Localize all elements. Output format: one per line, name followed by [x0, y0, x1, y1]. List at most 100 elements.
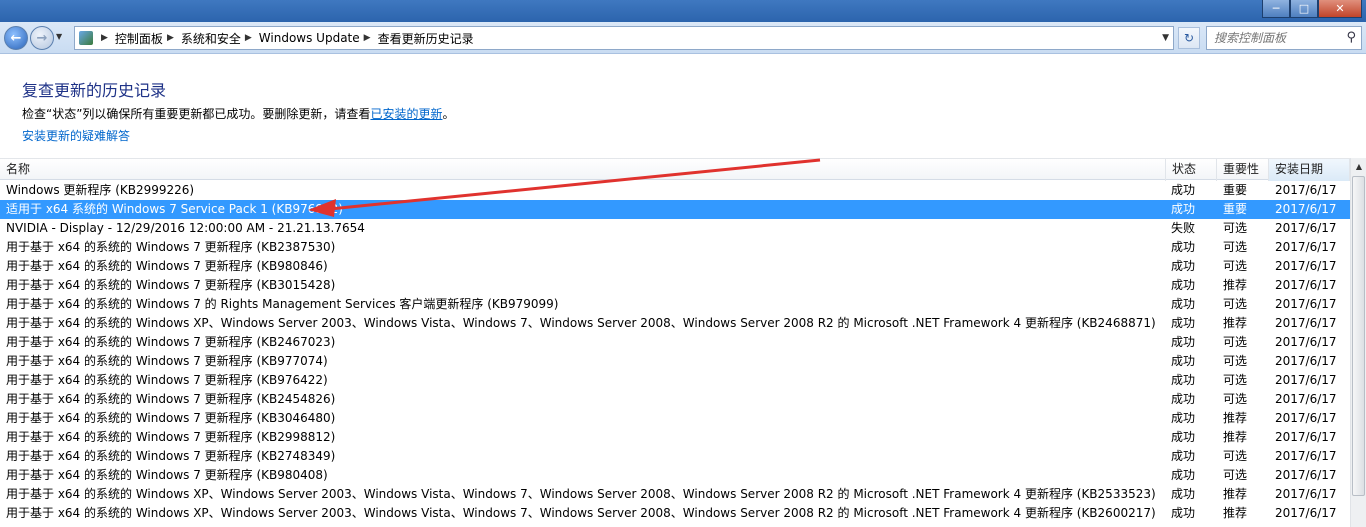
- scroll-up-icon[interactable]: ▲: [1351, 158, 1366, 175]
- row-importance-cell: 推荐: [1223, 316, 1248, 330]
- table-row[interactable]: 用于基于 x64 的系统的 Windows 7 更新程序 (KB2467023)…: [0, 333, 1350, 352]
- column-header: 名称 状态 重要性 安装日期: [0, 158, 1350, 181]
- row-importance-cell: 可选: [1223, 335, 1248, 349]
- page-title: 复查更新的历史记录: [22, 81, 167, 100]
- breadcrumb-update-history[interactable]: 查看更新历史记录: [378, 30, 474, 47]
- table-row[interactable]: 用于基于 x64 的系统的 Windows 7 的 Rights Managem…: [0, 295, 1350, 314]
- address-bar[interactable]: ▶ 控制面板 ▶ 系统和安全 ▶ Windows Update ▶ 查看更新历史…: [74, 26, 1174, 50]
- troubleshoot-link[interactable]: 安装更新的疑难解答: [22, 127, 130, 144]
- row-importance-cell: 可选: [1223, 221, 1248, 235]
- row-date-cell: 2017/6/17: [1275, 354, 1337, 368]
- column-date[interactable]: 安装日期: [1269, 159, 1350, 181]
- search-icon[interactable]: ⚲: [1346, 30, 1356, 45]
- close-icon[interactable]: ✕: [1318, 0, 1362, 18]
- row-status-cell: 成功: [1171, 392, 1196, 406]
- table-row[interactable]: 用于基于 x64 的系统的 Windows 7 更新程序 (KB2748349)…: [0, 447, 1350, 466]
- row-date-cell: 2017/6/17: [1275, 449, 1337, 463]
- minimize-icon[interactable]: ─: [1262, 0, 1290, 18]
- table-row[interactable]: Windows 更新程序 (KB2999226) 成功 重要 2017/6/17: [0, 181, 1350, 200]
- table-row[interactable]: 用于基于 x64 的系统的 Windows XP、Windows Server …: [0, 485, 1350, 504]
- installed-updates-link[interactable]: 已安装的更新: [370, 107, 442, 121]
- chevron-right-icon[interactable]: ▶: [364, 33, 371, 43]
- scroll-thumb[interactable]: [1352, 176, 1365, 496]
- update-history-list[interactable]: 名称 状态 重要性 安装日期 Windows 更新程序 (KB2999226) 成…: [0, 158, 1366, 527]
- table-row[interactable]: 用于基于 x64 的系统的 Windows 7 更新程序 (KB980846) 成…: [0, 257, 1350, 276]
- row-status-cell: 成功: [1171, 335, 1196, 349]
- table-row[interactable]: 用于基于 x64 的系统的 Windows 7 更新程序 (KB980408) 成…: [0, 466, 1350, 485]
- search-box[interactable]: ⚲: [1206, 26, 1362, 50]
- back-arrow-icon[interactable]: ←: [4, 26, 28, 50]
- row-status-cell: 成功: [1171, 297, 1196, 311]
- row-name-cell: 用于基于 x64 的系统的 Windows 7 更新程序 (KB2387530): [6, 240, 336, 254]
- row-name-cell: NVIDIA - Display - 12/29/2016 12:00:00 A…: [6, 221, 365, 235]
- table-row[interactable]: 用于基于 x64 的系统的 Windows 7 更新程序 (KB3046480)…: [0, 409, 1350, 428]
- chevron-right-icon[interactable]: ▶: [167, 33, 174, 43]
- row-name-cell: 用于基于 x64 的系统的 Windows 7 更新程序 (KB2467023): [6, 335, 336, 349]
- address-dropdown-icon[interactable]: ▼: [1162, 33, 1169, 43]
- row-date-cell: 2017/6/17: [1275, 487, 1337, 501]
- row-date-cell: 2017/6/17: [1275, 335, 1337, 349]
- row-name-cell: 用于基于 x64 的系统的 Windows 7 更新程序 (KB980846): [6, 259, 328, 273]
- row-date-cell: 2017/6/17: [1275, 278, 1337, 292]
- row-importance-cell: 可选: [1223, 373, 1248, 387]
- row-importance-cell: 可选: [1223, 468, 1248, 482]
- row-name-cell: 适用于 x64 系统的 Windows 7 Service Pack 1 (KB…: [6, 202, 343, 216]
- table-row[interactable]: 用于基于 x64 的系统的 Windows 7 更新程序 (KB3015428)…: [0, 276, 1350, 295]
- vertical-scrollbar[interactable]: ▲: [1350, 158, 1366, 527]
- row-name-cell: 用于基于 x64 的系统的 Windows XP、Windows Server …: [6, 316, 1156, 330]
- column-name[interactable]: 名称: [0, 159, 1166, 181]
- search-input[interactable]: [1214, 31, 1334, 45]
- forward-arrow-icon[interactable]: →: [30, 26, 54, 50]
- table-row[interactable]: NVIDIA - Display - 12/29/2016 12:00:00 A…: [0, 219, 1350, 238]
- list-rows: Windows 更新程序 (KB2999226) 成功 重要 2017/6/17 适用于…: [0, 181, 1350, 523]
- row-name-cell: 用于基于 x64 的系统的 Windows 7 更新程序 (KB977074): [6, 354, 328, 368]
- chevron-right-icon[interactable]: ▶: [101, 33, 108, 43]
- table-row[interactable]: 用于基于 x64 的系统的 Windows 7 更新程序 (KB2454826)…: [0, 390, 1350, 409]
- row-status-cell: 成功: [1171, 259, 1196, 273]
- row-status-cell: 成功: [1171, 240, 1196, 254]
- table-row[interactable]: 用于基于 x64 的系统的 Windows 7 更新程序 (KB976422) 成…: [0, 371, 1350, 390]
- table-row[interactable]: 适用于 x64 系统的 Windows 7 Service Pack 1 (KB…: [0, 200, 1350, 219]
- breadcrumb-control-panel[interactable]: 控制面板: [115, 30, 163, 47]
- row-date-cell: 2017/6/17: [1275, 468, 1337, 482]
- row-status-cell: 成功: [1171, 373, 1196, 387]
- recent-pages-dropdown-icon[interactable]: ▼: [56, 32, 62, 41]
- main-content: 复查更新的历史记录 检查“状态”列以确保所有重要更新都已成功。要删除更新，请查看…: [0, 55, 1366, 527]
- row-name-cell: 用于基于 x64 的系统的 Windows 7 更新程序 (KB976422): [6, 373, 328, 387]
- row-status-cell: 成功: [1171, 449, 1196, 463]
- column-status[interactable]: 状态: [1166, 159, 1217, 181]
- breadcrumb-system-security[interactable]: 系统和安全: [181, 30, 241, 47]
- row-importance-cell: 重要: [1223, 183, 1248, 197]
- table-row[interactable]: 用于基于 x64 的系统的 Windows 7 更新程序 (KB2998812)…: [0, 428, 1350, 447]
- row-status-cell: 失败: [1171, 221, 1196, 235]
- row-importance-cell: 可选: [1223, 449, 1248, 463]
- row-importance-cell: 推荐: [1223, 411, 1248, 425]
- row-name-cell: 用于基于 x64 的系统的 Windows 7 更新程序 (KB2748349): [6, 449, 336, 463]
- navigation-bar: ← → ▼ ▶ 控制面板 ▶ 系统和安全 ▶ Windows Update ▶ …: [0, 22, 1366, 54]
- row-importance-cell: 可选: [1223, 354, 1248, 368]
- breadcrumb-windows-update[interactable]: Windows Update: [259, 31, 360, 45]
- row-status-cell: 成功: [1171, 430, 1196, 444]
- row-status-cell: 成功: [1171, 183, 1196, 197]
- column-importance[interactable]: 重要性: [1217, 159, 1269, 181]
- refresh-icon[interactable]: ↻: [1178, 27, 1200, 49]
- row-importance-cell: 推荐: [1223, 487, 1248, 501]
- row-name-cell: 用于基于 x64 的系统的 Windows XP、Windows Server …: [6, 506, 1156, 520]
- row-date-cell: 2017/6/17: [1275, 506, 1337, 520]
- row-importance-cell: 推荐: [1223, 506, 1248, 520]
- table-row[interactable]: 用于基于 x64 的系统的 Windows 7 更新程序 (KB977074) 成…: [0, 352, 1350, 371]
- maximize-icon[interactable]: □: [1290, 0, 1318, 18]
- row-date-cell: 2017/6/17: [1275, 183, 1337, 197]
- table-row[interactable]: 用于基于 x64 的系统的 Windows 7 更新程序 (KB2387530)…: [0, 238, 1350, 257]
- table-row[interactable]: 用于基于 x64 的系统的 Windows XP、Windows Server …: [0, 314, 1350, 333]
- row-status-cell: 成功: [1171, 316, 1196, 330]
- description-text: 检查“状态”列以确保所有重要更新都已成功。要删除更新，请查看: [22, 107, 371, 121]
- row-name-cell: 用于基于 x64 的系统的 Windows 7 的 Rights Managem…: [6, 297, 559, 311]
- chevron-right-icon[interactable]: ▶: [245, 33, 252, 43]
- table-row[interactable]: 用于基于 x64 的系统的 Windows XP、Windows Server …: [0, 504, 1350, 523]
- row-date-cell: 2017/6/17: [1275, 316, 1337, 330]
- page-description: 检查“状态”列以确保所有重要更新都已成功。要删除更新，请查看已安装的更新。: [22, 105, 454, 122]
- row-importance-cell: 可选: [1223, 240, 1248, 254]
- row-date-cell: 2017/6/17: [1275, 259, 1337, 273]
- row-date-cell: 2017/6/17: [1275, 240, 1337, 254]
